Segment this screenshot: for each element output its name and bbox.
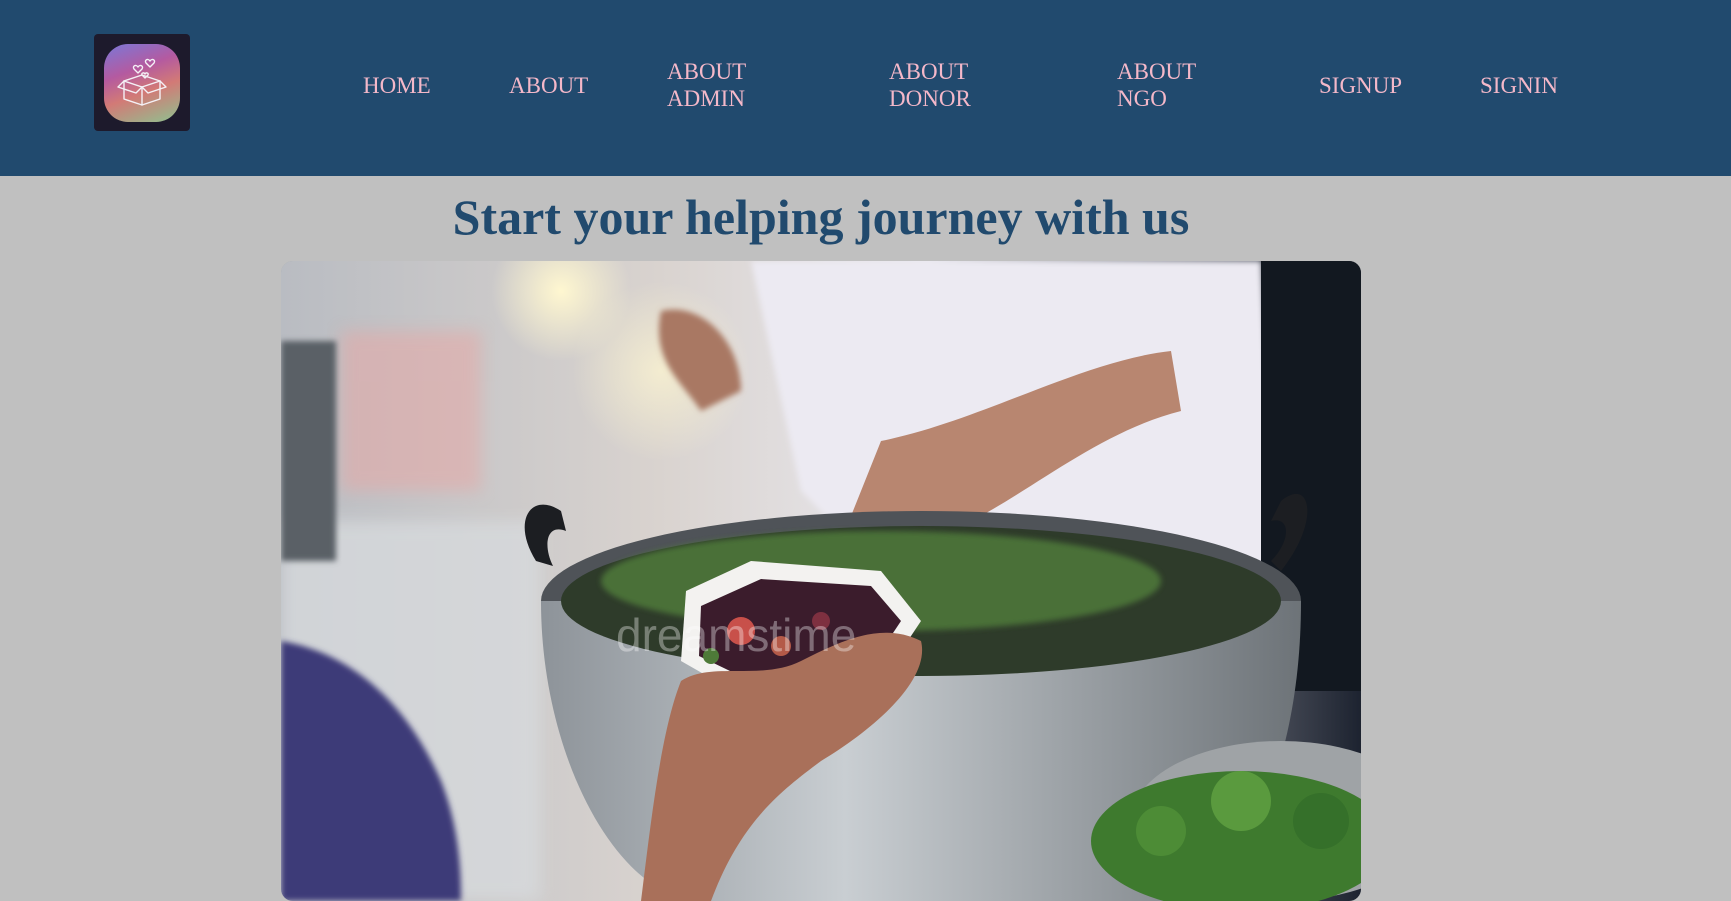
nav-about[interactable]: ABOUT <box>509 72 588 99</box>
top-navbar: HOME ABOUT ABOUT ADMIN ABOUT DONOR ABOUT… <box>0 0 1731 176</box>
donation-box-hearts-icon <box>117 58 167 106</box>
nav-signin[interactable]: SIGNIN <box>1480 72 1558 99</box>
food-serving-photo: dreamstime <box>281 261 1361 901</box>
nav-about-admin-line1: ABOUT <box>667 59 747 84</box>
nav-home[interactable]: HOME <box>363 72 431 99</box>
site-logo[interactable] <box>94 34 190 131</box>
image-watermark: dreamstime <box>616 609 856 661</box>
hero-heading: Start your helping journey with us <box>452 189 1190 245</box>
nav-signup[interactable]: SIGNUP <box>1319 72 1402 99</box>
nav-about-admin-line2: ADMIN <box>667 86 745 111</box>
nav-about-admin[interactable]: ABOUT ADMIN <box>667 58 746 112</box>
logo-badge <box>104 43 180 122</box>
nav-about-ngo[interactable]: ABOUT NGO <box>1117 58 1196 112</box>
nav-about-donor-line2: DONOR <box>889 86 971 111</box>
nav-about-ngo-line2: NGO <box>1117 86 1167 111</box>
hero-image: dreamstime <box>281 261 1361 901</box>
nav-about-donor-line1: ABOUT <box>889 59 969 84</box>
nav-about-ngo-line1: ABOUT <box>1117 59 1197 84</box>
nav-about-donor[interactable]: ABOUT DONOR <box>889 58 971 112</box>
